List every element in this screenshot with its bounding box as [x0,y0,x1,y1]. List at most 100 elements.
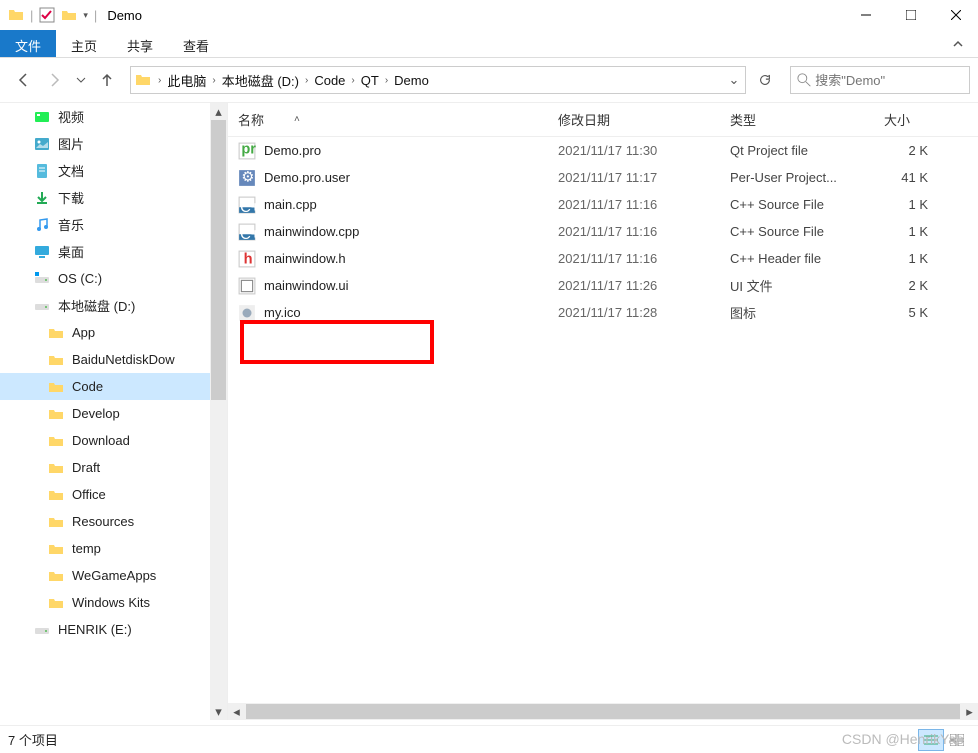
qat-dropdown-icon[interactable]: ▾ [83,10,88,21]
sidebar-item-temp[interactable]: temp [0,535,227,562]
file-name: mainwindow.ui [264,278,558,293]
back-button[interactable] [8,65,38,95]
sidebar-item-label: 图片 [58,134,84,153]
folder-icon [8,7,24,23]
file-name: Demo.pro.user [264,170,558,185]
watermark-text: CSDN @HenrikYao [842,731,964,747]
crumb-code[interactable]: Code [311,73,348,88]
sidebar-item-label: Develop [72,406,120,421]
sidebar-item-download[interactable]: Download [0,427,227,454]
file-size: 5 K [884,305,928,320]
crumb-demo[interactable]: Demo [391,73,432,88]
file-date: 2021/11/17 11:26 [558,278,730,293]
scroll-thumb[interactable] [246,704,960,719]
file-list: proDemo.pro2021/11/17 11:30Qt Project fi… [228,137,978,326]
tab-share[interactable]: 共享 [112,30,168,57]
sidebar-item--[interactable]: 下载 [0,184,227,211]
column-date[interactable]: 修改日期 [558,110,730,129]
svg-text:⚙: ⚙ [241,169,254,185]
sidebar-item-label: Resources [72,514,134,529]
refresh-button[interactable] [750,66,780,94]
file-date: 2021/11/17 11:30 [558,143,730,158]
sidebar-scrollbar[interactable]: ▴ ▾ [210,103,227,720]
sidebar-item-draft[interactable]: Draft [0,454,227,481]
sidebar-item-develop[interactable]: Develop [0,400,227,427]
sidebar-item-label: App [72,325,95,340]
minimize-button[interactable] [843,0,888,30]
crumb-drive-d[interactable]: 本地磁盘 (D:) [219,71,302,90]
sidebar-item-os-c-[interactable]: OS (C:) [0,265,227,292]
chevron-right-icon[interactable]: › [348,75,357,86]
file-pane: 名称˄ 修改日期 类型 大小 proDemo.pro2021/11/17 11:… [228,103,978,720]
file-row[interactable]: hmainwindow.h2021/11/17 11:16C++ Header … [228,245,978,272]
ribbon-collapse-icon[interactable] [938,30,978,57]
crumb-qt[interactable]: QT [358,73,382,88]
column-header: 名称˄ 修改日期 类型 大小 [228,103,978,137]
history-dropdown-icon[interactable] [72,65,90,95]
file-name: main.cpp [264,197,558,212]
checkbox-icon[interactable] [39,7,55,23]
chevron-right-icon[interactable]: › [382,75,391,86]
sidebar-item--d-[interactable]: 本地磁盘 (D:) [0,292,227,319]
tab-home[interactable]: 主页 [56,30,112,57]
svg-text:pro: pro [241,142,256,157]
column-type[interactable]: 类型 [730,110,884,129]
sidebar-item-code[interactable]: Code [0,373,227,400]
qat-separator: | [30,8,33,23]
sidebar-item-resources[interactable]: Resources [0,508,227,535]
sidebar-item--[interactable]: 文档 [0,157,227,184]
scroll-up-icon[interactable]: ▴ [210,103,227,120]
breadcrumb[interactable]: › 此电脑 › 本地磁盘 (D:) › Code › QT › Demo ⌄ [130,66,746,94]
file-row[interactable]: C++main.cpp2021/11/17 11:16C++ Source Fi… [228,191,978,218]
search-input[interactable] [815,73,963,88]
sidebar-item-henrik-e-[interactable]: HENRIK (E:) [0,616,227,643]
scroll-right-icon[interactable]: ▸ [961,704,978,720]
horizontal-scrollbar[interactable]: ◂ ▸ [228,703,978,720]
chevron-right-icon[interactable]: › [209,75,218,86]
sidebar-item-app[interactable]: App [0,319,227,346]
qat-divider: | [94,8,97,23]
sidebar: 视频图片文档下载音乐桌面OS (C:)本地磁盘 (D:) App BaiduNetd… [0,103,228,720]
sidebar-item-label: Code [72,379,103,394]
search-box[interactable] [790,66,970,94]
sidebar-item-wegameapps[interactable]: WeGameApps [0,562,227,589]
sidebar-item-label: Windows Kits [72,595,150,610]
sidebar-item-baidunetdiskdow[interactable]: BaiduNetdiskDow [0,346,227,373]
scroll-thumb[interactable] [211,120,226,400]
up-button[interactable] [92,65,122,95]
svg-text:h: h [244,251,253,267]
scroll-left-icon[interactable]: ◂ [228,704,245,720]
sidebar-item-label: temp [72,541,101,556]
file-row[interactable]: proDemo.pro2021/11/17 11:30Qt Project fi… [228,137,978,164]
tab-view[interactable]: 查看 [168,30,224,57]
scroll-down-icon[interactable]: ▾ [210,703,227,720]
close-button[interactable] [933,0,978,30]
file-name: Demo.pro [264,143,558,158]
svg-text:C++: C++ [240,199,256,213]
file-row[interactable]: ⚙Demo.pro.user2021/11/17 11:17Per-User P… [228,164,978,191]
sidebar-item--[interactable]: 桌面 [0,238,227,265]
folder-icon [135,72,151,88]
maximize-button[interactable] [888,0,933,30]
tab-file[interactable]: 文件 [0,30,56,57]
chevron-right-icon[interactable]: › [302,75,311,86]
column-name[interactable]: 名称˄ [238,110,558,129]
sidebar-item--[interactable]: 视频 [0,103,227,130]
file-row[interactable]: mainwindow.ui2021/11/17 11:26UI 文件2 K [228,272,978,299]
column-size[interactable]: 大小 [884,110,944,129]
sidebar-item--[interactable]: 音乐 [0,211,227,238]
sidebar-item-windows-kits[interactable]: Windows Kits [0,589,227,616]
chevron-down-icon[interactable]: ⌄ [723,72,745,88]
file-type: C++ Header file [730,251,884,266]
file-row[interactable]: C++mainwindow.cpp2021/11/17 11:16C++ Sou… [228,218,978,245]
file-row[interactable]: my.ico2021/11/17 11:28图标5 K [228,299,978,326]
file-date: 2021/11/17 11:28 [558,305,730,320]
crumb-this-pc[interactable]: 此电脑 [164,71,209,90]
new-folder-icon[interactable] [61,7,77,23]
forward-button[interactable] [40,65,70,95]
sidebar-item-label: BaiduNetdiskDow [72,352,175,367]
chevron-right-icon[interactable]: › [155,75,164,86]
sidebar-item-office[interactable]: Office [0,481,227,508]
sidebar-item--[interactable]: 图片 [0,130,227,157]
sort-ascending-icon: ˄ [294,114,300,125]
